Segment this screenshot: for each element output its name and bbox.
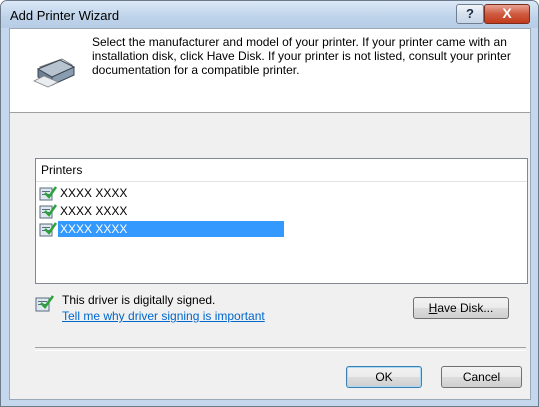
- help-button[interactable]: ?: [456, 4, 484, 24]
- printer-icon: [33, 58, 76, 88]
- have-disk-button[interactable]: Have Disk...: [413, 297, 509, 319]
- printer-list-item[interactable]: XXXX XXXX: [39, 202, 284, 220]
- printers-column-header[interactable]: Printers: [36, 159, 527, 182]
- have-disk-label: ave Disk...: [437, 301, 494, 315]
- cancel-button[interactable]: Cancel: [441, 366, 522, 388]
- digital-signature-icon: [35, 295, 55, 312]
- signed-driver-icon: [39, 186, 57, 201]
- signed-driver-icon: [39, 222, 57, 237]
- button-separator: [35, 347, 526, 351]
- signed-driver-icon: [39, 204, 57, 219]
- printer-label: XXXX XXXX: [60, 204, 128, 218]
- add-printer-wizard-window: Add Printer Wizard ? X Select the manufa…: [0, 0, 539, 407]
- printer-list-item[interactable]: XXXX XXXX: [39, 184, 284, 202]
- driver-signed-status: This driver is digitally signed.: [62, 293, 216, 307]
- wizard-instruction: Select the manufacturer and model of you…: [92, 35, 511, 77]
- printer-list-item-selected[interactable]: XXXX XXXX: [39, 220, 284, 238]
- ok-button[interactable]: OK: [346, 366, 422, 388]
- dialog-client-area: Select the manufacturer and model of you…: [9, 28, 531, 400]
- close-button[interactable]: X: [484, 4, 530, 24]
- title-bar[interactable]: Add Printer Wizard ? X: [1, 1, 538, 28]
- header-divider: [10, 112, 530, 113]
- window-title: Add Printer Wizard: [10, 8, 120, 23]
- driver-signing-help-link[interactable]: Tell me why driver signing is important: [62, 309, 265, 323]
- printers-listbox[interactable]: Printers XXXX XXXX XXXX XXXX XXXX XXXX: [35, 158, 528, 284]
- wizard-header: Select the manufacturer and model of you…: [10, 29, 530, 112]
- close-icon: X: [502, 5, 512, 21]
- printer-label: XXXX XXXX: [58, 221, 284, 237]
- printers-column-label: Printers: [41, 163, 83, 177]
- printer-label: XXXX XXXX: [60, 186, 128, 200]
- help-icon: ?: [466, 6, 474, 21]
